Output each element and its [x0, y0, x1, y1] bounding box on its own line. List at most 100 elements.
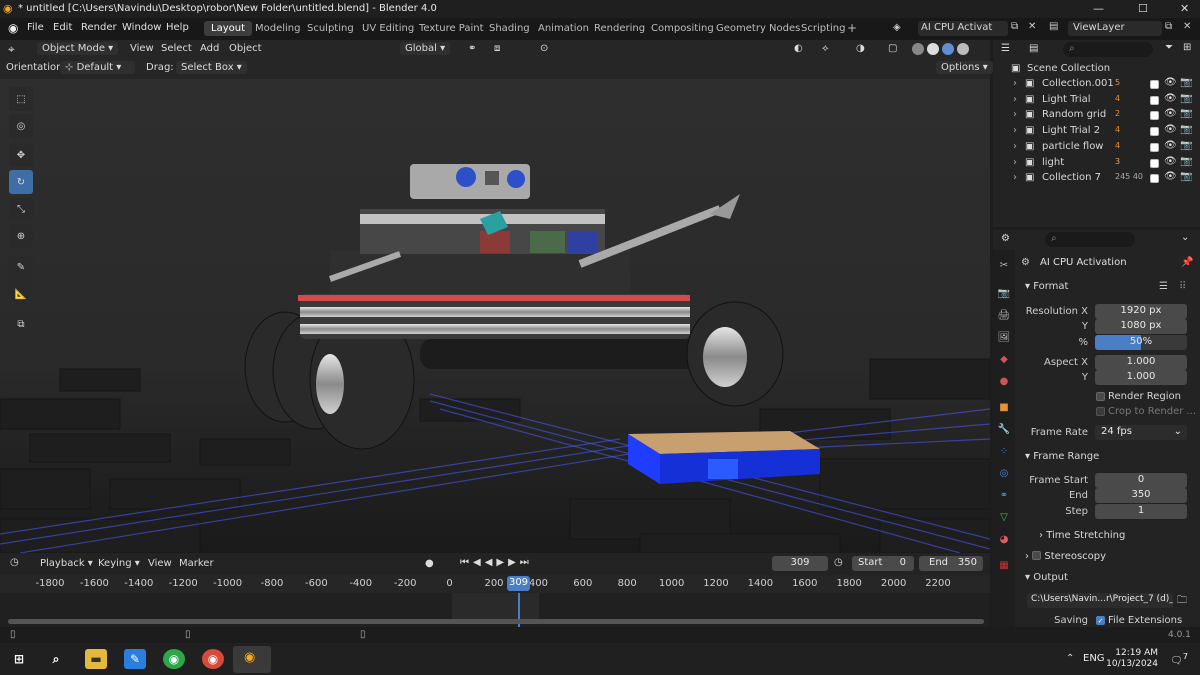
tool-tab-icon[interactable]: ✂	[995, 256, 1013, 274]
delete-view-layer-icon[interactable]: ✕	[1183, 21, 1191, 32]
chrome-profile-icon[interactable]: ◉	[202, 649, 224, 669]
new-view-layer-icon[interactable]: ⧉	[1165, 21, 1172, 32]
snap-icon[interactable]: ⧈	[494, 43, 500, 54]
frame-step-field[interactable]: 1	[1095, 504, 1187, 519]
output-header[interactable]: ▾ Output	[1025, 572, 1068, 583]
exclude-checkbox[interactable]	[1150, 127, 1159, 137]
tab-rendering[interactable]: Rendering	[587, 21, 652, 36]
tab-modeling[interactable]: Modeling	[248, 21, 308, 36]
timeline-editor-icon[interactable]: ◷	[10, 557, 19, 568]
crop-checkbox[interactable]	[1096, 407, 1105, 416]
tab-sculpting[interactable]: Sculpting	[300, 21, 361, 36]
playback-controls[interactable]: ⏮◀◀▶▶⏭	[460, 557, 533, 568]
editor-type-icon[interactable]: ⌖	[8, 42, 15, 57]
outliner-row[interactable]: › ▣ Light Trial 4 👁 📷	[993, 93, 1200, 108]
eye-icon[interactable]: 👁	[1164, 140, 1177, 151]
maximize-icon[interactable]: ☐	[1138, 2, 1148, 15]
expand-icon[interactable]: ›	[1013, 157, 1017, 168]
preset-list-icon[interactable]: ☰	[1159, 281, 1168, 292]
visibility-icon[interactable]: ◐	[794, 43, 803, 54]
solid-shading-icon[interactable]	[927, 43, 939, 55]
frame-range-header[interactable]: ▾ Frame Range	[1025, 451, 1099, 462]
eye-icon[interactable]: 👁	[1164, 156, 1177, 167]
camera-icon[interactable]: 📷	[1180, 108, 1192, 119]
material-tab-icon[interactable]: ◕	[995, 530, 1013, 548]
marker-menu[interactable]: Marker	[179, 558, 214, 569]
format-header[interactable]: ▾ Format	[1025, 281, 1068, 292]
frame-end-field[interactable]: 350	[1095, 488, 1187, 503]
add-cube-tool[interactable]: ⧉	[9, 312, 33, 336]
outliner-editor-icon[interactable]: ☰	[1001, 43, 1010, 54]
end-frame-field[interactable]: End 350	[919, 556, 983, 571]
tab-layout[interactable]: Layout	[204, 21, 252, 36]
options-dropdown[interactable]: Options ▾	[936, 61, 993, 74]
resolution-pct-slider[interactable]: 50%	[1095, 335, 1187, 350]
exclude-checkbox[interactable]	[1150, 158, 1159, 168]
close-icon[interactable]: ✕	[1180, 2, 1189, 15]
menu-render[interactable]: Render	[81, 22, 117, 33]
clock[interactable]: 12:19 AM	[1113, 647, 1158, 659]
menu-add[interactable]: Add	[200, 43, 219, 54]
object-tab-icon[interactable]: ■	[995, 398, 1013, 416]
chrome-icon[interactable]: ◉	[163, 649, 185, 669]
expand-icon[interactable]: ›	[1013, 141, 1017, 152]
pin-icon[interactable]: 📌	[1181, 257, 1193, 268]
render-region-checkbox[interactable]	[1096, 392, 1105, 401]
playhead-frame-badge[interactable]: 309	[507, 576, 530, 591]
scene-selector[interactable]: AI CPU Activat	[918, 21, 1008, 36]
timeline-ruler[interactable]: -1800 -1600 -1400 -1200 -1000 -800 -600 -400 -20…	[0, 575, 990, 593]
menu-view[interactable]: View	[130, 43, 154, 54]
particles-tab-icon[interactable]: ⁘	[995, 442, 1013, 460]
tab-texture-paint[interactable]: Texture Paint	[412, 21, 491, 36]
outliner-row[interactable]: › ▣ particle flow 4 👁 📷	[993, 140, 1200, 155]
camera-icon[interactable]: 📷	[1180, 77, 1192, 88]
properties-search-input[interactable]: ⌕	[1045, 232, 1135, 247]
material-shading-icon[interactable]	[942, 43, 954, 55]
output-tab-icon[interactable]: 🖨	[995, 306, 1013, 324]
display-mode-icon[interactable]: ▤	[1029, 43, 1038, 54]
move-tool[interactable]: ✥	[9, 143, 33, 167]
outliner-row[interactable]: › ▣ Light Trial 2 4 👁 📷	[993, 124, 1200, 139]
minimize-icon[interactable]: —	[1093, 2, 1104, 15]
overlays-icon[interactable]: ◑	[856, 43, 865, 54]
stereoscopy-checkbox[interactable]	[1032, 551, 1042, 560]
frame-start-field[interactable]: 0	[1095, 473, 1187, 488]
camera-icon[interactable]: 📷	[1180, 171, 1192, 182]
orientation-dropdown[interactable]: ⊹ Default ▾	[60, 61, 135, 74]
exclude-checkbox[interactable]	[1150, 111, 1159, 121]
playback-menu[interactable]: Playback ▾	[40, 558, 93, 569]
menu-object[interactable]: Object	[229, 43, 262, 54]
resolution-y-field[interactable]: 1080 px	[1095, 319, 1187, 334]
scene-icon[interactable]: ◈	[893, 22, 901, 33]
outliner-row[interactable]: › ▣ light 3 👁 📷	[993, 156, 1200, 171]
expand-icon[interactable]: ›	[1013, 109, 1017, 120]
camera-icon[interactable]: 📷	[1180, 156, 1192, 167]
transform-tool[interactable]: ⊕	[9, 224, 33, 248]
expand-icon[interactable]: ›	[1013, 172, 1017, 183]
timeline-scrollbar[interactable]	[8, 619, 984, 624]
proportional-edit-icon[interactable]: ⊙	[540, 43, 548, 54]
annotate-tool[interactable]: ✎	[9, 255, 33, 279]
menu-file[interactable]: File	[27, 22, 44, 33]
add-workspace-icon[interactable]: +	[847, 21, 857, 35]
exclude-checkbox[interactable]	[1150, 142, 1159, 152]
exclude-checkbox[interactable]	[1150, 80, 1159, 89]
expand-icon[interactable]: ›	[1013, 94, 1017, 105]
new-scene-icon[interactable]: ⧉	[1011, 21, 1018, 32]
exclude-checkbox[interactable]	[1150, 174, 1159, 184]
view-layer-selector[interactable]: ViewLayer	[1068, 21, 1162, 36]
camera-icon[interactable]: 📷	[1180, 140, 1192, 151]
modifiers-tab-icon[interactable]: 🔧	[995, 420, 1013, 438]
properties-editor-icon[interactable]: ⚙	[1001, 233, 1010, 244]
tab-shading[interactable]: Shading	[482, 21, 537, 36]
properties-options-icon[interactable]: ⌄	[1181, 232, 1189, 243]
view-layer-tab-icon[interactable]: 🖼	[995, 328, 1013, 346]
filter-icon[interactable]: ⏷	[1165, 42, 1173, 53]
eye-icon[interactable]: 👁	[1164, 108, 1177, 119]
expand-icon[interactable]: ›	[1013, 125, 1017, 136]
scene-collection-row[interactable]: ▣ Scene Collection	[993, 62, 1200, 77]
blender-taskbar-button[interactable]: ◉	[233, 646, 271, 673]
data-tab-icon[interactable]: ▽	[995, 508, 1013, 526]
keying-menu[interactable]: Keying ▾	[98, 558, 140, 569]
xray-icon[interactable]: ▢	[888, 43, 897, 54]
